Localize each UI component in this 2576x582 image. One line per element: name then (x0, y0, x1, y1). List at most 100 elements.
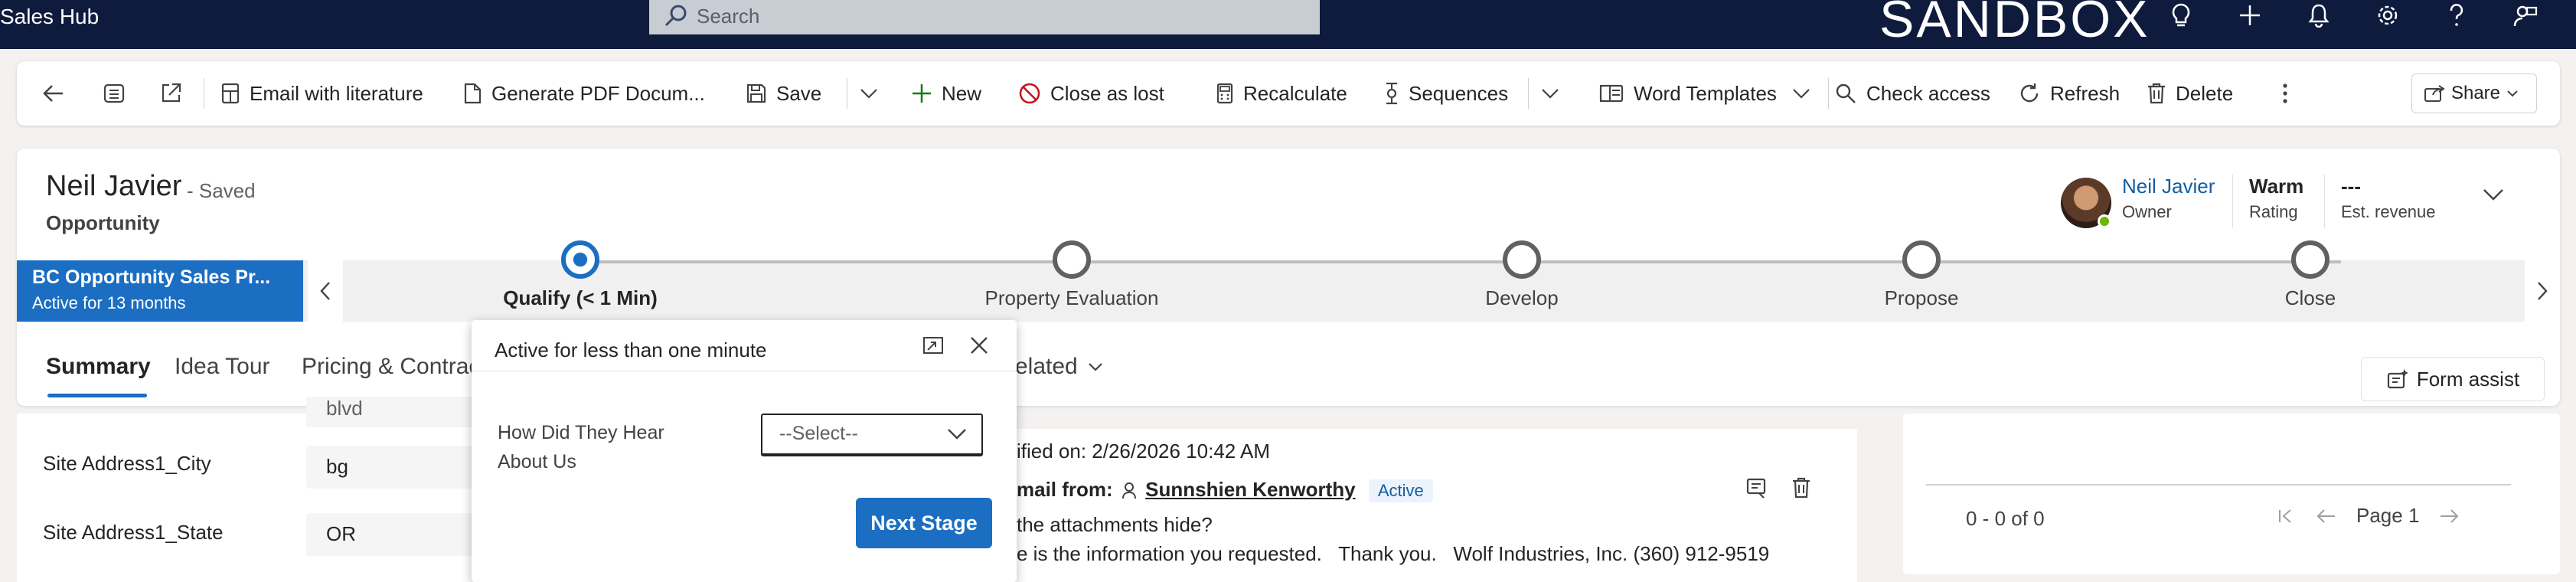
tab-related[interactable]: elated (1015, 354, 1104, 380)
delete-button[interactable]: Delete (2147, 61, 2233, 126)
subgrid-divider (1926, 484, 2511, 486)
how-did-they-hear-select[interactable]: --Select-- (761, 414, 983, 456)
record-header: Neil Javier - Saved Opportunity Neil Jav… (17, 149, 2560, 433)
timeline-actions (1745, 476, 1811, 499)
stage-label: Propose (1884, 286, 1959, 309)
stage-previous-button[interactable] (308, 260, 343, 322)
header-expand-button[interactable] (2474, 179, 2512, 210)
stage-close[interactable]: Close (2188, 240, 2433, 310)
chevron-down-icon (1793, 89, 1810, 99)
key-search-icon (1836, 83, 1856, 103)
word-templates-dropdown[interactable] (1791, 61, 1820, 126)
popout-icon[interactable] (922, 334, 946, 357)
check-access-button[interactable]: Check access (1834, 61, 1990, 126)
stage-property-evaluation[interactable]: Property Evaluation (949, 240, 1194, 310)
stage-propose[interactable]: Propose (1799, 240, 2044, 310)
process-flyout-button[interactable]: BC Opportunity Sales Pr... Active for 13… (17, 260, 303, 322)
timeline-activity: ified on: 2/26/2026 10:42 AM mail from: … (1010, 429, 1857, 582)
open-record-icon[interactable] (1745, 476, 1768, 499)
trash-icon[interactable] (1791, 476, 1811, 499)
new-button[interactable]: New (911, 61, 981, 126)
plus-icon[interactable] (2231, 0, 2269, 31)
next-stage-button[interactable]: Next Stage (856, 498, 992, 548)
chevron-down-icon (2483, 189, 2503, 201)
email-subject: the attachments hide? (1017, 513, 1213, 536)
recalculate-button[interactable]: Recalculate (1216, 61, 1347, 126)
site-city-field[interactable]: bg (306, 446, 490, 489)
refresh-icon (2020, 83, 2039, 103)
more-commands-button[interactable] (2281, 61, 2298, 126)
how-did-they-hear-label: How Did They Hear About Us (498, 422, 664, 472)
command-separator (1528, 78, 1529, 109)
related-subgrid: 0 - 0 of 0 Page 1 (1903, 414, 2560, 574)
close-as-lost-button[interactable]: Close as lost (1018, 61, 1164, 126)
stage-circle-icon (2291, 240, 2330, 279)
form-selector-button[interactable] (103, 61, 135, 126)
word-templates-button[interactable]: Word Templates (1598, 61, 1777, 126)
calculator-icon (1216, 83, 1233, 104)
tab-idea-tour[interactable]: Idea Tour (175, 354, 270, 380)
site-state-field[interactable]: OR (306, 513, 490, 556)
page-number: Page 1 (2356, 504, 2420, 527)
refresh-button[interactable]: Refresh (2018, 61, 2120, 126)
share-icon (2424, 85, 2445, 102)
close-as-lost-label: Close as lost (1050, 81, 1164, 105)
site-address-street-value[interactable]: blvd (306, 397, 490, 427)
back-arrow-icon (43, 85, 63, 102)
search-placeholder: Search (697, 5, 760, 28)
stage-flyout-dialog: Active for less than one minute How Did … (472, 320, 1017, 582)
help-icon[interactable] (2437, 0, 2476, 31)
share-button[interactable]: Share (2411, 74, 2537, 113)
chevron-right-icon (2538, 282, 2548, 300)
stage-next-button[interactable] (2525, 260, 2560, 322)
sequences-dropdown[interactable] (1540, 61, 1569, 126)
email-from-line: mail from: Sunnshien Kenworthy Active (1017, 478, 1433, 502)
new-label: New (942, 81, 982, 105)
more-vertical-icon (2283, 83, 2287, 103)
person-feedback-icon[interactable] (2506, 0, 2545, 31)
form-assist-label: Form assist (2416, 367, 2520, 391)
generate-pdf-label: Generate PDF Docum... (491, 81, 705, 105)
word-template-icon (1599, 84, 1624, 103)
lightbulb-icon[interactable] (2162, 0, 2200, 31)
plus-icon (913, 84, 931, 103)
owner-label: Owner (2122, 202, 2172, 221)
previous-page-icon[interactable] (2315, 507, 2336, 525)
stage-qualify[interactable]: Qualify (< 1 Min) (458, 240, 703, 310)
chevron-down-icon (1088, 363, 1102, 371)
app-title[interactable]: Sales Hub (0, 5, 99, 29)
document-icon (464, 83, 482, 104)
sequences-button[interactable]: Sequences (1384, 61, 1508, 126)
gear-icon[interactable] (2369, 0, 2407, 31)
header-field-divider (2324, 175, 2325, 228)
bell-icon[interactable] (2300, 0, 2338, 31)
generate-pdf-button[interactable]: Generate PDF Docum... (462, 61, 705, 126)
close-icon[interactable] (968, 334, 991, 357)
open-new-window-icon (162, 83, 181, 103)
summary-section: blvd Site Address1_City bg Site Address1… (17, 397, 490, 582)
form-assist-icon (2387, 369, 2408, 389)
record-count: 0 - 0 of 0 (1966, 507, 2045, 530)
email-with-literature-button[interactable]: Email with literature (220, 61, 423, 126)
chevron-left-icon (320, 282, 330, 300)
tab-summary[interactable]: Summary (46, 354, 151, 380)
site-state-label: Site Address1_State (43, 521, 224, 544)
rating-label: Rating (2249, 202, 2298, 221)
process-name: BC Opportunity Sales Pr... (32, 266, 271, 288)
selected-tab-indicator (47, 394, 147, 397)
sender-link[interactable]: Sunnshien Kenworthy (1145, 478, 1355, 501)
open-in-new-window-button[interactable] (159, 61, 191, 126)
save-button[interactable]: Save (746, 61, 821, 126)
owner-link[interactable]: Neil Javier (2122, 175, 2215, 198)
save-status: - Saved (187, 179, 256, 202)
business-process-flow: BC Opportunity Sales Pr... Active for 13… (17, 240, 2560, 433)
save-options-dropdown[interactable] (859, 61, 888, 126)
first-page-icon[interactable] (2277, 507, 2295, 525)
status-badge: Active (1368, 479, 1433, 502)
search-input[interactable]: Search (649, 0, 1320, 34)
back-button[interactable] (41, 61, 73, 126)
tab-pricing-contract[interactable]: Pricing & Contrac (302, 354, 480, 380)
stage-develop[interactable]: Develop (1399, 240, 1644, 310)
form-assist-button[interactable]: Form assist (2361, 357, 2545, 401)
next-page-icon[interactable] (2439, 507, 2460, 525)
